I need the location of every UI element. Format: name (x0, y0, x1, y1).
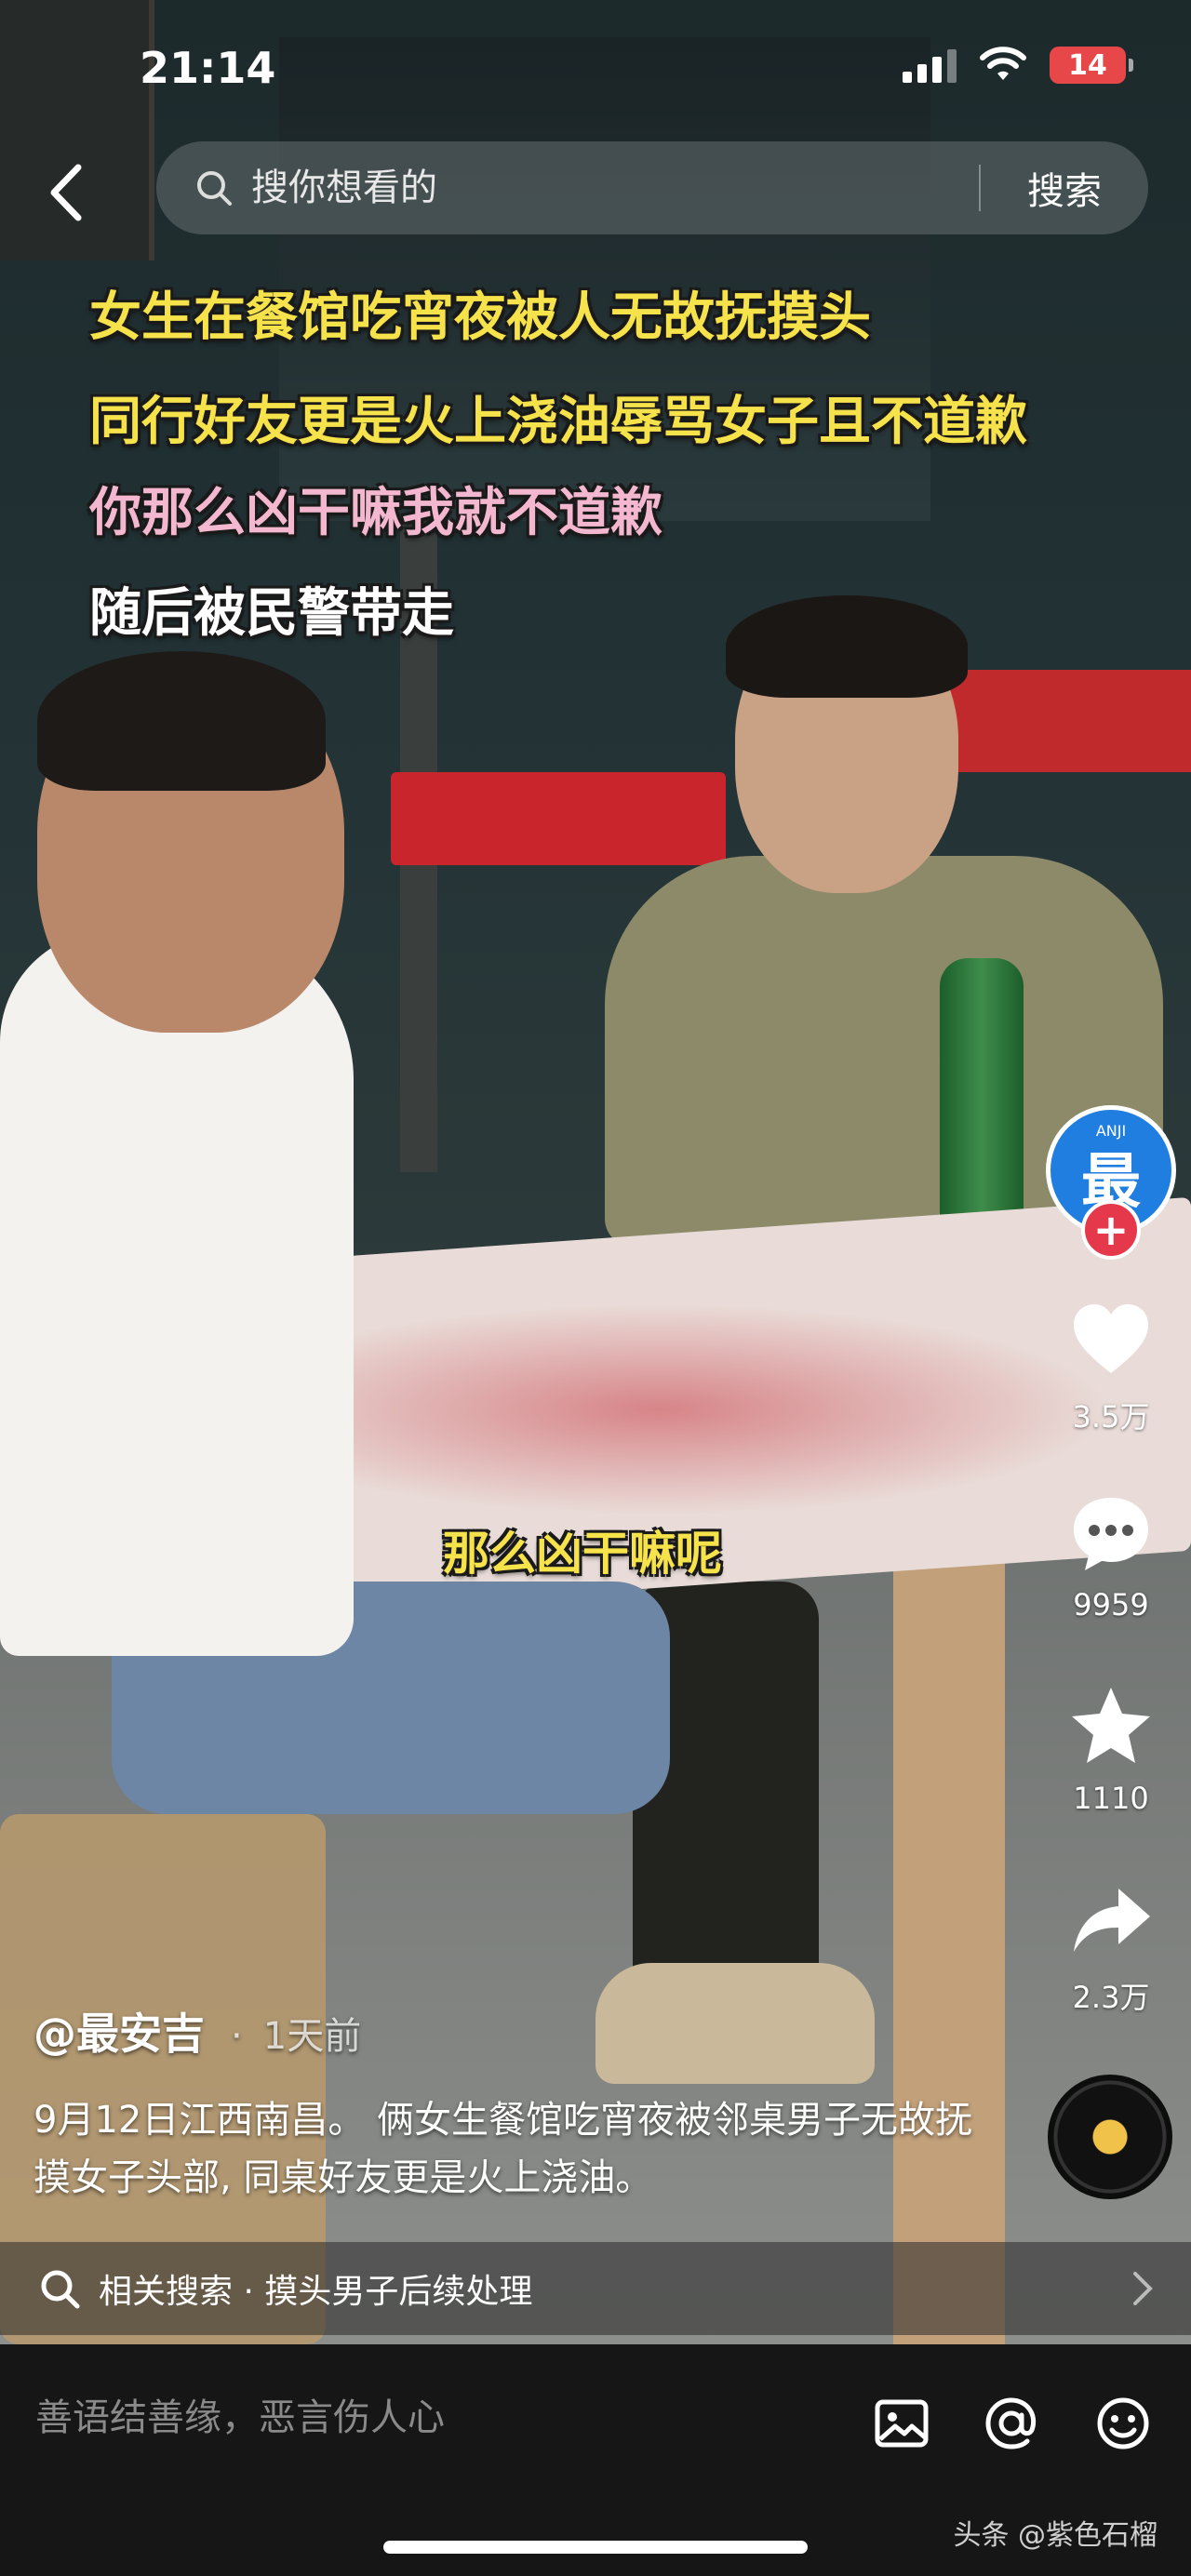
like-count: 3.5万 (1072, 1399, 1150, 1435)
follow-button[interactable]: + (1081, 1200, 1141, 1260)
shoe (596, 1963, 875, 2084)
search-icon (197, 171, 232, 206)
related-search-text: 相关搜索 · 摸头男子后续处理 (99, 2273, 533, 2311)
at-icon[interactable] (983, 2395, 1040, 2452)
comment-icon (1074, 1498, 1148, 1570)
favorite-count: 1110 (1073, 1781, 1149, 1816)
beer-bottle (940, 958, 1024, 1237)
battery-indicator: 14 (1050, 47, 1133, 84)
status-icons: 14 (903, 47, 1133, 84)
music-disc[interactable] (1048, 2075, 1172, 2199)
post-time: 1天前 (262, 2015, 362, 2058)
post-author-line: @最安吉 · 1天前 (33, 2000, 361, 2062)
share-icon (1074, 1889, 1150, 1952)
video-caption-line2: 同行好友更是火上浇油辱骂女子且不道歉 (89, 392, 1027, 452)
emoji-icon[interactable] (1094, 2395, 1152, 2452)
favorite-button[interactable]: 1110 (1046, 1682, 1176, 1816)
cellular-signal-icon (903, 47, 957, 83)
back-icon[interactable] (43, 160, 89, 225)
video-player[interactable] (0, 0, 1191, 2344)
status-time: 21:14 (140, 43, 276, 93)
search-bar[interactable]: 搜索 (156, 141, 1148, 234)
comment-count: 9959 (1073, 1587, 1149, 1622)
separator-dot: · (231, 2015, 243, 2058)
image-icon[interactable] (873, 2395, 930, 2452)
heart-icon (1074, 1304, 1148, 1373)
share-count: 2.3万 (1072, 1980, 1150, 2015)
search-button[interactable]: 搜索 (981, 161, 1148, 215)
comment-input[interactable] (33, 2396, 782, 2440)
related-search-bar[interactable]: 相关搜索 · 摸头男子后续处理 (0, 2242, 1191, 2335)
video-caption-line4: 随后被民警带走 (89, 583, 454, 644)
comment-button[interactable]: 9959 (1046, 1488, 1176, 1622)
restaurant-sign (391, 772, 726, 865)
search-icon (41, 2270, 80, 2309)
tablecloth-pattern (354, 1302, 1117, 1516)
search-input[interactable] (249, 166, 979, 210)
video-caption-line1: 女生在餐馆吃宵夜被人无故抚摸头 (89, 287, 871, 348)
share-button[interactable]: 2.3万 (1046, 1875, 1176, 2017)
person-left-hair (37, 651, 326, 791)
post-description[interactable]: 9月12日江西南昌。 俩女生餐馆吃宵夜被邻桌男子无故抚摸女子头部, 同桌好友更是… (33, 2091, 1001, 2207)
author-name[interactable]: @最安吉 (33, 2009, 205, 2059)
watermark: 头条 @紫色石榴 (953, 2519, 1158, 2552)
person-left-body (0, 930, 354, 1656)
restaurant-sign-right (940, 670, 1191, 772)
chevron-right-icon (1133, 2272, 1153, 2305)
like-button[interactable]: 3.5万 (1046, 1295, 1176, 1436)
video-caption-line3: 你那么凶干嘛我就不道歉 (89, 483, 662, 543)
video-subtitle: 那么凶干嘛呢 (443, 1527, 722, 1581)
wifi-icon (980, 47, 1026, 80)
star-icon (1072, 1688, 1150, 1763)
person-right-hair (726, 595, 968, 698)
table-leg (893, 1563, 1005, 2344)
home-indicator[interactable] (383, 2541, 808, 2554)
